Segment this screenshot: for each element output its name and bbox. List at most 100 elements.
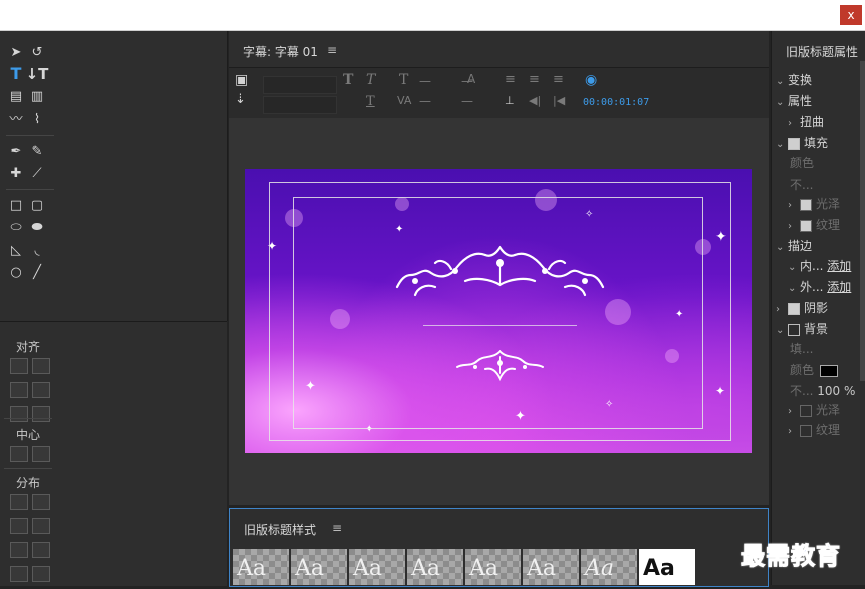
leading-value[interactable]: — — [461, 74, 473, 88]
timecode-display[interactable]: 00:00:01:07 — [583, 97, 649, 108]
align-top-icon[interactable] — [32, 382, 50, 398]
show-background-video-icon[interactable]: ◉ — [585, 72, 597, 88]
properties-scrollbar[interactable] — [860, 61, 865, 381]
vertical-path-type-tool-icon[interactable]: ⌇ — [27, 110, 47, 130]
panel-menu-icon[interactable]: ≡ — [327, 43, 337, 57]
inner-stroke-add-link[interactable]: 添加 — [827, 259, 851, 273]
sheen-checkbox[interactable] — [800, 198, 812, 211]
kerning-value[interactable]: — — [419, 94, 431, 108]
new-title-icon[interactable]: ▣ — [235, 72, 248, 88]
attributes-row[interactable]: ⌄ 属性 — [776, 92, 812, 109]
distribute-even-vertical-icon[interactable] — [32, 566, 50, 582]
align-text-right-icon[interactable]: ≡ — [553, 72, 564, 87]
tab-stops-icon[interactable]: ⊥ — [505, 94, 515, 107]
style-swatch-2[interactable]: Aa — [291, 549, 347, 585]
fill-row[interactable]: ⌄ 填充 — [776, 134, 828, 151]
bg-opacity-value[interactable]: 100 % — [817, 384, 855, 398]
texture-checkbox[interactable] — [800, 219, 812, 232]
font-size-icon[interactable]: T — [399, 72, 408, 88]
align-vertical-center-icon[interactable] — [32, 358, 50, 374]
style-swatch-7[interactable]: Aa — [581, 549, 637, 585]
background-row[interactable]: ⌄ 背景 — [776, 320, 828, 337]
center-vertical-icon[interactable] — [32, 446, 50, 462]
stroke-row[interactable]: ⌄ 描边 — [776, 237, 812, 254]
rounded-corner-tool-icon[interactable]: ⬬ — [27, 218, 47, 238]
transform-row[interactable]: ⌄ 变换 — [776, 71, 812, 88]
kerning-icon[interactable]: VA — [397, 94, 411, 107]
style-swatch-4[interactable]: Aa — [407, 549, 463, 585]
sheen-row[interactable]: › 光泽 — [788, 195, 840, 212]
distribute-middle-icon[interactable] — [32, 518, 50, 534]
distort-row[interactable]: › 扭曲 — [788, 113, 824, 130]
bg-opacity-label: 不... — [790, 384, 814, 398]
align-text-left-icon[interactable]: ≡ — [505, 72, 516, 87]
style-swatch-1[interactable]: Aa — [233, 549, 289, 585]
rectangle-tool-icon[interactable]: □ — [6, 195, 26, 215]
clipped-rectangle-tool-icon[interactable]: ⬭ — [6, 218, 26, 238]
bg-texture-checkbox[interactable] — [800, 424, 812, 437]
style-swatch-8[interactable]: Aa — [639, 549, 695, 585]
inner-stroke-row[interactable]: ⌄ 内... 添加 — [788, 257, 851, 274]
delete-anchor-icon[interactable]: ✎ — [27, 141, 47, 161]
vertical-area-type-tool-icon[interactable]: ▥ — [27, 87, 47, 107]
outer-stroke-row[interactable]: ⌄ 外... 添加 — [788, 278, 851, 295]
align-left-icon[interactable] — [10, 358, 28, 374]
distort-label: 扭曲 — [800, 115, 825, 129]
align-horizontal-center-icon[interactable] — [10, 406, 28, 422]
center-horizontal-icon[interactable] — [10, 446, 28, 462]
distribute-bottom-icon[interactable] — [32, 542, 50, 558]
area-type-tool-icon[interactable]: ▤ — [6, 87, 26, 107]
texture-row[interactable]: › 纹理 — [788, 216, 840, 233]
selection-tool-icon[interactable]: ➤ — [6, 43, 26, 63]
bold-icon[interactable]: T — [343, 72, 353, 88]
bg-texture-row[interactable]: › 纹理 — [788, 421, 840, 438]
line-tool-icon[interactable]: ╱ — [27, 263, 47, 283]
bg-color-swatch[interactable] — [820, 364, 839, 377]
style-swatch-3[interactable]: Aa — [349, 549, 405, 585]
type-tool-icon[interactable]: T — [6, 64, 26, 84]
font-family-select[interactable] — [263, 76, 337, 94]
fill-checkbox[interactable] — [788, 137, 800, 150]
path-type-tool-icon[interactable]: 〰 — [6, 108, 26, 128]
align-right-icon[interactable] — [10, 382, 28, 398]
vertical-type-tool-icon[interactable]: ↓T — [26, 64, 49, 84]
title-tab[interactable]: 字幕: 字幕 01 — [243, 43, 318, 60]
distribute-even-horizontal-icon[interactable] — [10, 566, 28, 582]
distribute-right-icon[interactable] — [10, 542, 28, 558]
roll-crawl-icon[interactable]: ⇣ — [235, 92, 246, 107]
wedge-tool-icon[interactable]: ◺ — [6, 240, 26, 260]
styles-panel-title[interactable]: 旧版标题样式 — [244, 521, 316, 538]
baseline-value[interactable]: — — [461, 94, 473, 108]
style-swatch-6[interactable]: Aa — [523, 549, 579, 585]
italic-icon[interactable]: T — [366, 72, 375, 88]
distribute-top-icon[interactable] — [32, 494, 50, 510]
title-canvas[interactable]: ✦ ✦ ✦ ✧ ✦ ✦ ✦ ✧ ✦ ✦ — [245, 169, 752, 453]
style-swatch-5[interactable]: Aa — [465, 549, 521, 585]
font-style-select[interactable] — [263, 96, 337, 114]
convert-anchor-icon[interactable]: ⟋ — [27, 164, 47, 184]
underline-icon[interactable]: T — [366, 94, 375, 109]
add-anchor-icon[interactable]: ✚ — [6, 164, 26, 184]
bg-fill-type-row: 填... — [790, 340, 813, 357]
close-button[interactable]: x — [840, 5, 862, 25]
outer-stroke-add-link[interactable]: 添加 — [827, 280, 851, 294]
bg-sheen-row[interactable]: › 光泽 — [788, 401, 840, 418]
align-text-center-icon[interactable]: ≡ — [529, 72, 540, 87]
arc-tool-icon[interactable]: ◟ — [27, 240, 47, 260]
distribute-left-icon[interactable] — [10, 494, 28, 510]
distribute-center-icon[interactable] — [10, 518, 28, 534]
bg-sheen-checkbox[interactable] — [800, 404, 812, 417]
shadow-row[interactable]: › 阴影 — [776, 299, 828, 316]
shadow-checkbox[interactable] — [788, 302, 800, 315]
pen-tool-icon[interactable]: ✒ — [6, 141, 26, 161]
align-bottom-icon[interactable] — [32, 406, 50, 422]
font-size-value[interactable]: — — [419, 74, 431, 88]
ellipse-tool-icon[interactable]: ○ — [6, 263, 26, 283]
properties-panel-title[interactable]: 旧版标题属性 — [786, 43, 858, 60]
rounded-rectangle-tool-icon[interactable]: ▢ — [27, 195, 47, 215]
styles-menu-icon[interactable]: ≡ — [332, 521, 342, 535]
next-frame-icon[interactable]: |◀ — [553, 94, 565, 107]
prev-frame-icon[interactable]: ◀| — [529, 94, 541, 107]
rotation-tool-icon[interactable]: ↺ — [27, 43, 47, 63]
background-checkbox[interactable] — [788, 323, 800, 336]
